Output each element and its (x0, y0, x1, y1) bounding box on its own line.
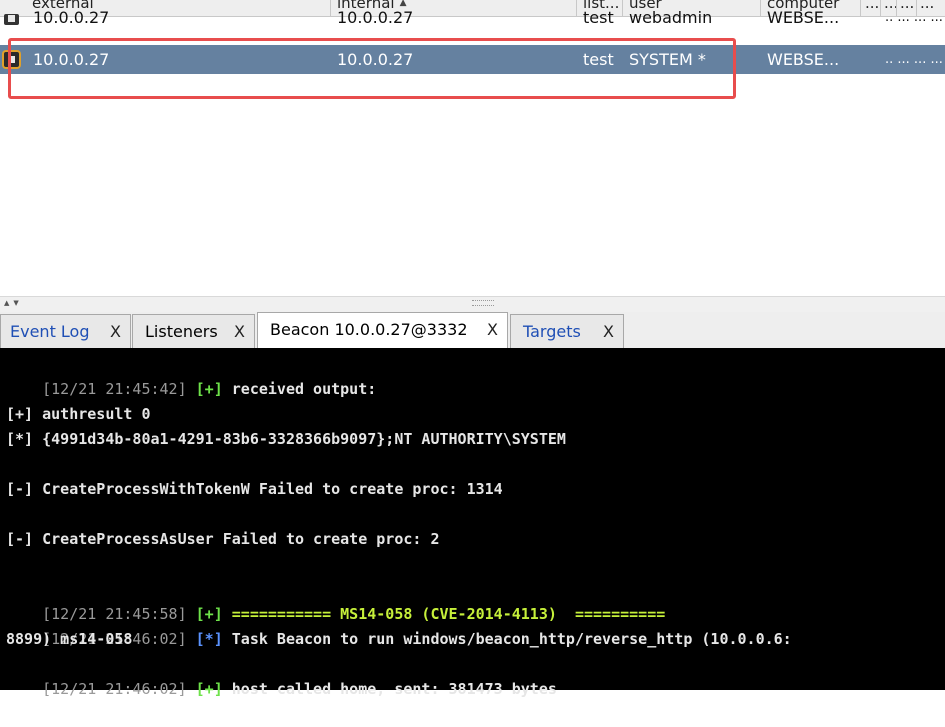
cell-extra: .. ... ... ... (885, 10, 943, 25)
cell-computer: WEBSE... (767, 50, 840, 69)
console-line: 8899) ms14-058 (6, 630, 133, 648)
tab-close-button[interactable]: X (603, 315, 614, 349)
tab-beacon[interactable]: Beacon 10.0.0.27@3332 X (257, 312, 508, 349)
cell-external: 10.0.0.27 (33, 8, 110, 27)
console-line: [-] CreateProcessWithTokenW Failed to cr… (6, 480, 503, 498)
tab-targets[interactable]: Targets X (510, 314, 624, 348)
tab-listeners[interactable]: Listeners X (132, 314, 255, 348)
console-line: [12/21 21:46:02] [+] host called home, s… (42, 680, 557, 698)
collapse-arrows-icon[interactable]: ▲▼ (4, 299, 23, 307)
console-line: [12/21 21:45:58] [+] =========== MS14-05… (42, 605, 666, 623)
col-extra-1[interactable]: ... (861, 0, 881, 16)
console-line: [12/21 21:45:42] [+] received output: (42, 380, 377, 398)
tab-close-button[interactable]: X (234, 315, 245, 349)
annotation-highlight-box (8, 38, 736, 99)
console-line: [-] CreateProcessAsUser Failed to create… (6, 530, 440, 548)
tab-event-log[interactable]: Event Log X (0, 314, 131, 348)
tab-close-button[interactable]: X (110, 315, 121, 349)
beacon-console-output[interactable]: [12/21 21:45:42] [+] received output: [+… (0, 348, 945, 698)
cell-extra: .. ... ... ... (885, 52, 943, 67)
cell-internal: 10.0.0.27 (337, 8, 414, 27)
beacon-session-icon (4, 14, 19, 25)
console-line: [12/21 21:46:02] [*] Task Beacon to run … (42, 630, 792, 648)
tab-close-button[interactable]: X (487, 313, 498, 347)
split-pane-divider[interactable]: ▲▼ (0, 296, 945, 313)
console-line: [*] {4991d34b-80a1-4291-83b6-3328366b909… (6, 430, 566, 448)
drag-grip-icon[interactable] (472, 300, 494, 306)
cell-computer: WEBSE... (767, 8, 840, 27)
cell-user: webadmin (629, 8, 713, 27)
cell-listener: test (583, 8, 614, 27)
console-line: [+] authresult 0 (6, 405, 151, 423)
tab-bar: Event Log X Listeners X Beacon 10.0.0.27… (0, 312, 945, 349)
beacon-table: external internal ▲ list... user computer… (0, 0, 945, 296)
